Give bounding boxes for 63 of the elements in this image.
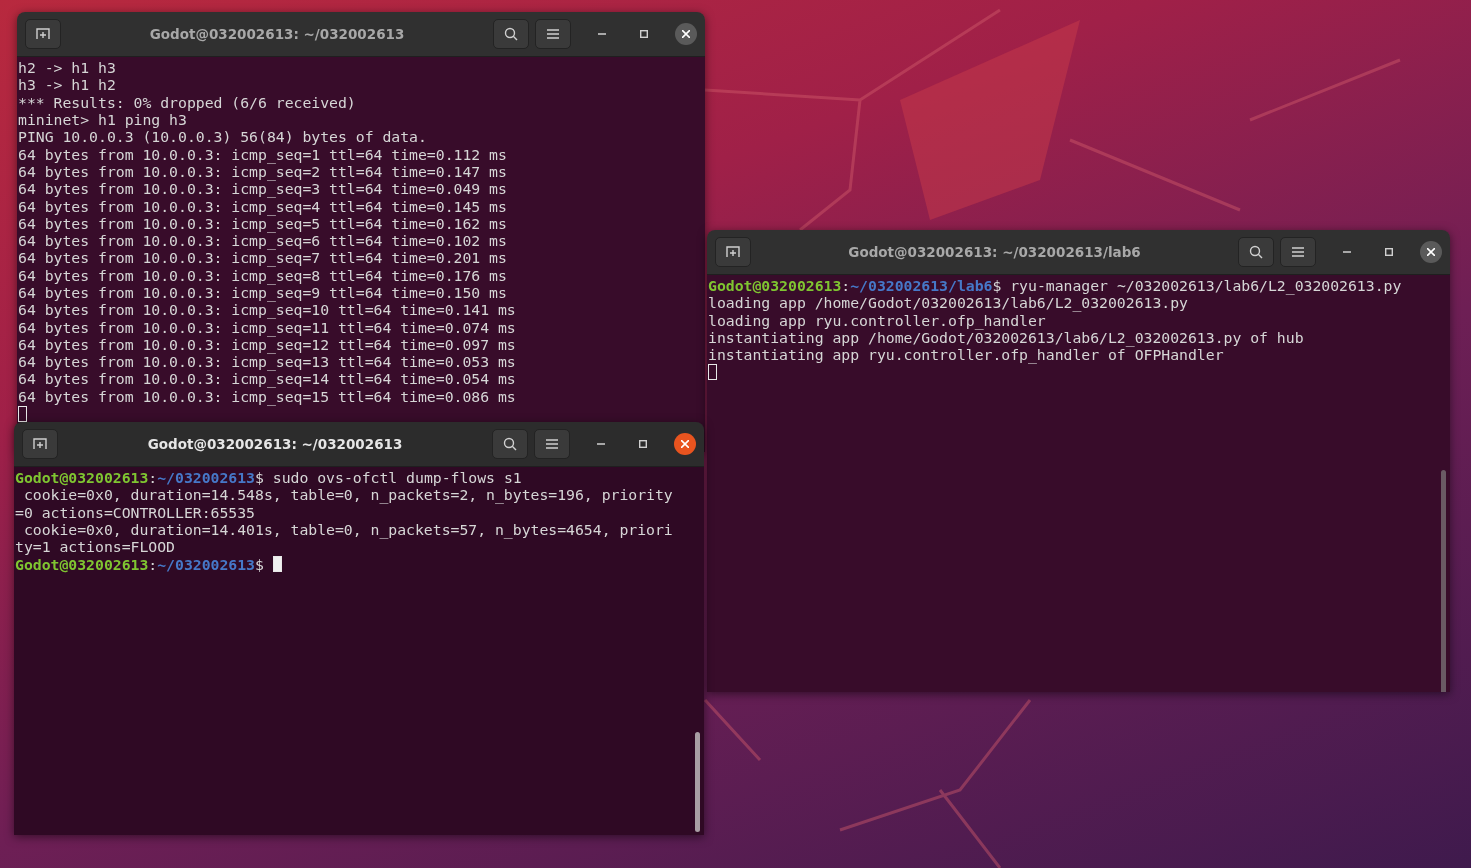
terminal-line: 64 bytes from 10.0.0.3: icmp_seq=15 ttl=64 time=0.086 ms bbox=[18, 387, 516, 405]
new-tab-icon bbox=[36, 28, 50, 40]
search-button[interactable] bbox=[492, 429, 528, 459]
maximize-icon bbox=[639, 440, 647, 448]
new-tab-icon bbox=[726, 246, 740, 258]
terminal-line: instantiating app /home/Godot/032002613/lab6/L2_032002613.py of hub bbox=[708, 329, 1304, 347]
menu-button[interactable] bbox=[534, 429, 570, 459]
terminal-line: Godot@032002613:~/032002613$ sudo ovs-ofctl dump-flows s1 bbox=[15, 469, 522, 487]
minimize-icon bbox=[1343, 251, 1351, 253]
maximize-icon bbox=[640, 30, 648, 38]
maximize-icon bbox=[1385, 248, 1393, 256]
menu-icon bbox=[1292, 247, 1304, 257]
menu-button[interactable] bbox=[535, 19, 571, 49]
terminal-line: instantiating app ryu.controller.ofp_handler of OFPHandler bbox=[708, 346, 1224, 364]
menu-icon bbox=[546, 439, 558, 449]
terminal-line: 64 bytes from 10.0.0.3: icmp_seq=9 ttl=64 time=0.150 ms bbox=[18, 284, 507, 301]
window-title: Godot@032002613: ~/032002613 bbox=[146, 436, 404, 452]
close-button[interactable] bbox=[675, 23, 697, 45]
menu-button[interactable] bbox=[1280, 237, 1316, 267]
terminal-line: Godot@032002613:~/032002613$ bbox=[15, 555, 264, 573]
terminal-line: *** Results: 0% dropped (6/6 received) bbox=[18, 93, 356, 111]
terminal-line: =0 actions=CONTROLLER:65535 bbox=[15, 503, 255, 521]
search-icon bbox=[1249, 245, 1263, 259]
new-tab-button[interactable] bbox=[715, 237, 751, 267]
close-icon bbox=[682, 30, 690, 38]
terminal-line: 64 bytes from 10.0.0.3: icmp_seq=1 ttl=64 time=0.112 ms bbox=[18, 145, 507, 163]
terminal-line: 64 bytes from 10.0.0.3: icmp_seq=10 ttl=64 time=0.141 ms bbox=[18, 301, 516, 319]
terminal-line: 64 bytes from 10.0.0.3: icmp_seq=11 ttl=64 time=0.074 ms bbox=[18, 318, 516, 336]
terminal-line: 64 bytes from 10.0.0.3: icmp_seq=7 ttl=64 time=0.201 ms bbox=[18, 249, 507, 267]
search-button[interactable] bbox=[1238, 237, 1274, 267]
scrollbar-thumb[interactable] bbox=[1441, 470, 1446, 692]
window-title: Godot@032002613: ~/032002613/lab6 bbox=[847, 244, 1142, 260]
new-tab-icon bbox=[33, 438, 47, 450]
terminal-line: h2 -> h1 h3 bbox=[18, 59, 116, 77]
terminal-line: Godot@032002613:~/032002613/lab6$ ryu-manager ~/032002613/lab6/L2_032002613.py bbox=[708, 277, 1402, 295]
terminal-line: PING 10.0.0.3 (10.0.0.3) 56(84) bytes of data. bbox=[18, 128, 427, 146]
terminal-line: cookie=0x0, duration=14.548s, table=0, n_packets=2, n_bytes=196, priority bbox=[22, 486, 673, 504]
search-icon bbox=[504, 27, 518, 41]
close-icon bbox=[1427, 248, 1435, 256]
close-button[interactable] bbox=[674, 433, 696, 455]
terminal-line: cookie=0x0, duration=14.401s, table=0, n_packets=57, n_bytes=4654, priori bbox=[22, 521, 673, 539]
terminal-line: 64 bytes from 10.0.0.3: icmp_seq=3 ttl=64 time=0.049 ms bbox=[18, 180, 507, 198]
terminal-line: loading app ryu.controller.ofp_handler bbox=[708, 311, 1046, 329]
scrollbar-thumb[interactable] bbox=[695, 732, 700, 832]
window-title: Godot@032002613: ~/032002613 bbox=[148, 26, 406, 42]
new-tab-button[interactable] bbox=[25, 19, 61, 49]
close-button[interactable] bbox=[1420, 241, 1442, 263]
terminal-line: mininet> h1 ping h3 bbox=[18, 111, 187, 129]
search-button[interactable] bbox=[493, 19, 529, 49]
terminal-line: 64 bytes from 10.0.0.3: icmp_seq=6 ttl=64 time=0.102 ms bbox=[18, 232, 507, 250]
terminal-line: loading app /home/Godot/032002613/lab6/L2_032002613.py bbox=[708, 294, 1188, 312]
new-tab-button[interactable] bbox=[22, 429, 58, 459]
terminal-line: 64 bytes from 10.0.0.3: icmp_seq=4 ttl=64 time=0.145 ms bbox=[18, 197, 507, 215]
menu-icon bbox=[547, 29, 559, 39]
terminal-line: ty=1 actions=FLOOD bbox=[15, 538, 175, 556]
close-icon bbox=[681, 440, 689, 448]
search-icon bbox=[503, 437, 517, 451]
terminal-line: 64 bytes from 10.0.0.3: icmp_seq=8 ttl=64 time=0.176 ms bbox=[18, 266, 507, 284]
terminal-line: 64 bytes from 10.0.0.3: icmp_seq=14 ttl=64 time=0.054 ms bbox=[18, 370, 516, 388]
terminal-line: h3 -> h1 h2 bbox=[18, 76, 116, 94]
terminal-line: 64 bytes from 10.0.0.3: icmp_seq=13 ttl=64 time=0.053 ms bbox=[18, 353, 516, 371]
minimize-icon bbox=[597, 443, 605, 445]
minimize-icon bbox=[598, 33, 606, 35]
